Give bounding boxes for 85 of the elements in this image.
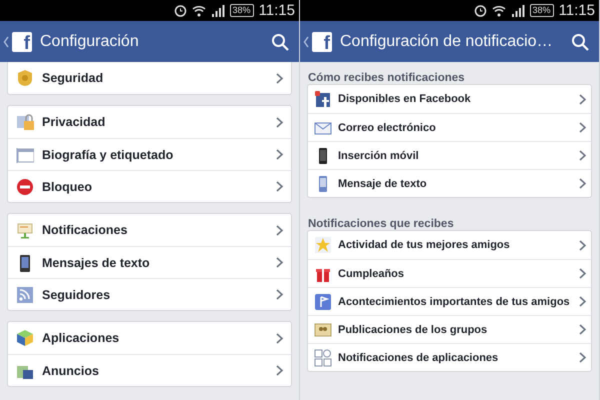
notice-board-icon: [16, 221, 34, 239]
settings-row[interactable]: Bloqueo: [8, 170, 291, 202]
row-label: Cumpleaños: [338, 268, 406, 280]
row-label: Privacidad: [42, 115, 106, 129]
facebook-logo: f: [312, 32, 332, 52]
chevron-icon: [276, 72, 283, 84]
clock-time: 11:15: [558, 2, 595, 19]
flag-icon: [314, 292, 332, 310]
row-label: Actividad de tus mejores amigos: [338, 239, 511, 251]
section-heading: Notificaciones que recibes: [308, 218, 455, 230]
apps-icon: [314, 348, 332, 366]
chevron-icon: [579, 352, 586, 363]
settings-row[interactable]: Cumpleaños: [308, 259, 591, 287]
settings-row[interactable]: Correo electrónico: [308, 113, 591, 141]
screen-title: Configuración de notificacio…: [340, 32, 554, 50]
chevron-icon: [579, 296, 586, 307]
settings-row[interactable]: Privacidad: [8, 106, 291, 138]
chevron-icon: [276, 289, 283, 300]
cube-icon: [16, 329, 34, 347]
settings-row[interactable]: Disponibles en Facebook: [308, 85, 591, 113]
row-label: Anuncios: [42, 364, 100, 378]
chevron-icon: [579, 240, 586, 250]
settings-row[interactable]: Mensaje de texto: [308, 169, 591, 197]
alarm-icon: [174, 4, 187, 17]
chevron-icon: [276, 116, 283, 128]
row-label: Disponibles en Facebook: [338, 93, 472, 105]
settings-row[interactable]: Inserción móvil: [308, 141, 591, 169]
row-label: Biografía y etiquetado: [42, 148, 174, 162]
chevron-icon: [579, 94, 586, 104]
row-label: Inserción móvil: [338, 150, 420, 162]
star-icon: [314, 236, 332, 254]
row-label: Aplicaciones: [42, 331, 120, 345]
settings-row[interactable]: Mensajes de texto: [8, 246, 291, 278]
row-label: Correo electrónico: [338, 122, 437, 134]
signal-icon: [510, 4, 525, 16]
settings-row[interactable]: Seguridad: [8, 62, 291, 94]
chevron-icon: [579, 150, 586, 161]
row-label: Publicaciones de los grupos: [338, 324, 488, 336]
row-label: Mensaje de texto: [338, 178, 428, 190]
chevron-icon: [276, 257, 283, 268]
row-label: Seguridad: [42, 71, 104, 85]
wifi-icon: [192, 4, 206, 16]
settings-row[interactable]: Seguidores: [8, 278, 291, 310]
chevron-icon: [276, 332, 283, 344]
row-label: Seguidores: [42, 288, 112, 302]
battery-indicator: 38%: [230, 4, 254, 17]
settings-row[interactable]: Notificaciones de aplicaciones: [308, 343, 591, 371]
row-label: Mensajes de texto: [42, 256, 151, 270]
back-icon[interactable]: [303, 36, 309, 48]
signal-icon: [210, 4, 225, 16]
group-icon: [314, 320, 332, 338]
chevron-icon: [579, 122, 586, 133]
lock-icon: [16, 113, 34, 131]
alarm-icon: [474, 4, 487, 17]
search-icon[interactable]: [571, 32, 589, 50]
facebook-logo: f: [12, 32, 32, 52]
settings-row[interactable]: Notificaciones: [8, 214, 291, 246]
settings-row[interactable]: Biografía y etiquetado: [8, 138, 291, 170]
settings-row[interactable]: Anuncios: [8, 354, 291, 386]
battery-indicator: 38%: [530, 4, 554, 17]
timeline-icon: [16, 146, 34, 164]
row-label: Bloqueo: [42, 180, 93, 194]
chevron-icon: [579, 178, 586, 189]
chevron-icon: [579, 268, 586, 279]
search-icon[interactable]: [271, 32, 289, 50]
no-entry-icon: [16, 178, 34, 196]
settings-row[interactable]: Publicaciones de los grupos: [308, 315, 591, 343]
chevron-icon: [276, 365, 283, 376]
clock-time: 11:15: [258, 2, 295, 19]
wifi-icon: [492, 4, 506, 16]
badge-icon: [16, 69, 34, 87]
back-icon[interactable]: [3, 36, 9, 48]
settings-row[interactable]: Actividad de tus mejores amigos: [308, 231, 591, 259]
settings-row[interactable]: Aplicaciones: [8, 322, 291, 354]
screen-title: Configuración: [40, 32, 140, 50]
chevron-icon: [276, 224, 283, 236]
settings-row[interactable]: Acontecimientos importantes de tus amigos: [308, 287, 591, 315]
chevron-icon: [276, 181, 283, 192]
row-label: Notificaciones: [42, 223, 128, 237]
rss-icon: [16, 286, 34, 304]
chevron-icon: [579, 324, 586, 335]
section-heading: Cómo recibes notificaciones: [308, 72, 466, 84]
row-label: Notificaciones de aplicaciones: [338, 352, 500, 364]
row-label: Acontecimientos importantes de tus amigos: [338, 296, 571, 308]
chevron-icon: [276, 149, 283, 160]
